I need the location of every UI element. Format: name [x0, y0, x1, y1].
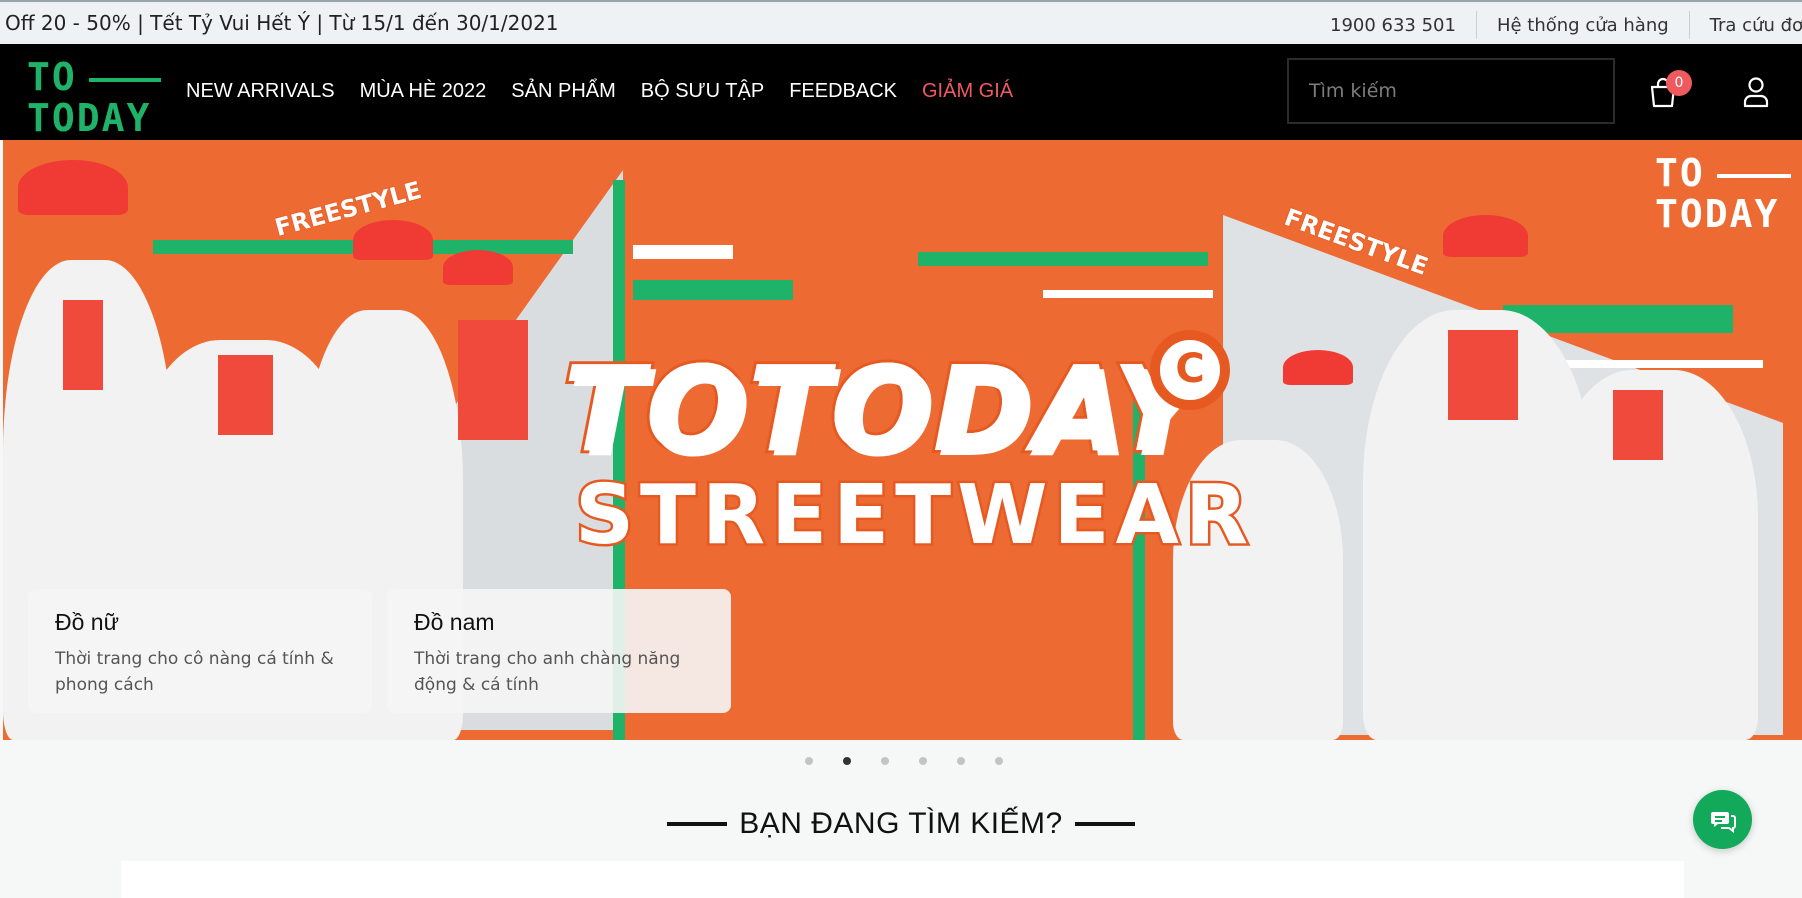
category-card-title: Đồ nữ — [55, 609, 119, 635]
model-cap — [353, 220, 433, 260]
category-card-women[interactable]: Đồ nữ Thời trang cho cô nàng cá tính & p… — [28, 589, 372, 713]
banner-logo-line2: TODAY — [1655, 192, 1780, 236]
chat-button[interactable] — [1693, 790, 1752, 849]
user-icon[interactable] — [1742, 76, 1770, 108]
divider — [1475, 11, 1477, 39]
category-card-title: Đồ nam — [414, 609, 495, 635]
model-cap — [1283, 350, 1353, 385]
order-lookup-link[interactable]: Tra cứu đơn — [1710, 15, 1802, 36]
model-cap — [443, 250, 513, 285]
store-system-link[interactable]: Hệ thống cửa hàng — [1497, 15, 1669, 36]
banner-stripe — [633, 280, 793, 300]
main-header: TO TODAY NEW ARRIVALS MÙA HÈ 2022 SẢN PH… — [0, 44, 1802, 140]
model-shirt — [1448, 330, 1518, 420]
search-input[interactable] — [1287, 58, 1615, 124]
brand-mark: C — [1150, 330, 1230, 410]
banner-stripe — [918, 252, 1208, 266]
carousel-dots — [805, 757, 1033, 765]
model-shirt — [1613, 390, 1663, 460]
model-shirt — [63, 300, 103, 390]
banner-logo-bar — [1717, 174, 1791, 178]
chat-icon — [1711, 812, 1736, 833]
carousel-dot[interactable] — [805, 757, 813, 765]
section-title: BẠN ĐANG TÌM KIẾM? — [739, 807, 1063, 840]
banner-brand-title: TOTODAY — [560, 340, 1201, 478]
nav-feedback[interactable]: FEEDBACK — [789, 80, 897, 103]
banner-stripe — [633, 245, 733, 259]
top-links: 1900 633 501 Hệ thống cửa hàng Tra cứu đ… — [1330, 11, 1802, 39]
page: Off 20 - 50% | Tết Tỷ Vui Hết Ý | Từ 15/… — [0, 0, 1802, 898]
carousel-dot[interactable] — [919, 757, 927, 765]
promo-text: Off 20 - 50% | Tết Tỷ Vui Hết Ý | Từ 15/… — [5, 11, 559, 35]
banner-stripe — [1043, 290, 1213, 298]
nav-sale[interactable]: GIẢM GIÁ — [922, 80, 1013, 103]
nav-products[interactable]: SẢN PHẨM — [511, 80, 615, 103]
cart-count-badge: 0 — [1666, 70, 1692, 96]
banner-tagline: STREETWEAR — [572, 468, 1255, 563]
logo-bar — [89, 78, 161, 82]
logo-line1: TO — [27, 55, 77, 99]
main-nav: NEW ARRIVALS MÙA HÈ 2022 SẢN PHẨM BỘ SƯU… — [186, 80, 1038, 103]
site-logo[interactable]: TO TODAY — [27, 54, 163, 137]
carousel-dot[interactable] — [995, 757, 1003, 765]
hero-banner[interactable]: FREESTYLE FREESTYLE TOTODAY C STREETWEAR… — [3, 140, 1802, 740]
banner-logo-line1: TO — [1655, 151, 1705, 195]
nav-new-arrivals[interactable]: NEW ARRIVALS — [186, 80, 335, 103]
carousel-dot[interactable] — [843, 757, 851, 765]
carousel-dot[interactable] — [957, 757, 965, 765]
heading-rule — [1074, 822, 1135, 826]
model-cap — [18, 160, 128, 215]
logo-line2: TODAY — [27, 96, 152, 140]
heading-rule — [667, 822, 728, 826]
category-card-desc: Thời trang cho anh chàng năng động & cá … — [414, 649, 681, 695]
category-card-men[interactable]: Đồ nam Thời trang cho anh chàng năng độn… — [387, 589, 731, 713]
divider — [1688, 11, 1690, 39]
carousel-dot[interactable] — [881, 757, 889, 765]
model-shirt — [458, 320, 528, 440]
section-heading: BẠN ĐANG TÌM KIẾM? — [0, 807, 1802, 841]
category-card-desc: Thời trang cho cô nàng cá tính & phong c… — [55, 649, 334, 695]
hotline-link[interactable]: 1900 633 501 — [1330, 15, 1456, 36]
banner-logo: TO TODAY — [1655, 150, 1795, 236]
top-bar: Off 20 - 50% | Tết Tỷ Vui Hết Ý | Từ 15/… — [0, 0, 1802, 44]
nav-summer-2022[interactable]: MÙA HÈ 2022 — [360, 80, 487, 103]
model-cap — [1443, 215, 1528, 257]
nav-collections[interactable]: BỘ SƯU TẬP — [641, 80, 764, 103]
search-suggestions-panel — [121, 861, 1684, 898]
model-shirt — [218, 355, 273, 435]
